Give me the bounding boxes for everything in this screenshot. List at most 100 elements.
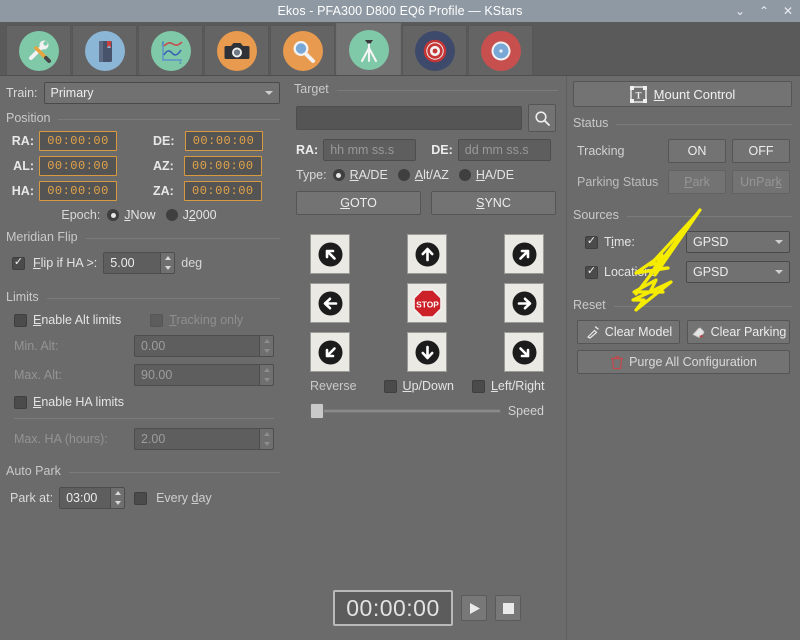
tab-capture[interactable] [204, 25, 269, 75]
mount-control-button[interactable]: T Mount Control [573, 81, 792, 107]
epoch-j2000-label: J2000 [182, 208, 217, 222]
flip-ha-spinbox[interactable]: 5.00 [103, 252, 176, 274]
target-de-label: DE: [431, 143, 453, 157]
minimize-icon[interactable]: ⌄ [734, 5, 746, 17]
goto-button[interactable]: GOTO [296, 191, 421, 215]
book-icon [84, 30, 125, 71]
sync-button[interactable]: SYNC [431, 191, 556, 215]
unpark-button[interactable]: UnPark [732, 170, 790, 194]
epoch-jnow-radio[interactable] [107, 209, 120, 221]
tab-mount[interactable] [336, 23, 401, 75]
train-value: Primary [50, 86, 94, 100]
trash-icon [610, 355, 624, 369]
broom-icon [586, 325, 599, 339]
target-group: Target RA: hh mm ss.s DE: dd mm ss.s Typ… [288, 82, 566, 215]
bullseye-icon [414, 30, 455, 71]
stop-sign-icon: STOP [412, 288, 442, 318]
speed-handle[interactable] [310, 403, 324, 419]
enable-alt-limits-label: Enable Alt limits [33, 313, 122, 327]
speed-slider[interactable] [310, 402, 501, 420]
maximize-icon[interactable]: ⌃ [758, 5, 770, 17]
clear-model-button[interactable]: Clear Model [577, 320, 680, 344]
move-north-west-button[interactable] [310, 234, 350, 274]
speed-row: Speed [310, 402, 544, 420]
reverse-left-right-checkbox[interactable] [471, 379, 485, 393]
type-hade-radio[interactable] [458, 169, 471, 181]
speed-track [310, 409, 501, 413]
svg-text:T: T [635, 90, 641, 100]
sync-label: SYNC [476, 196, 511, 210]
location-source-select[interactable]: GPSD [686, 261, 790, 283]
de-value: 00:00:00 [184, 131, 263, 151]
clear-parking-button[interactable]: Clear Parking [687, 320, 790, 344]
move-south-east-button[interactable] [504, 332, 544, 372]
reset-buttons-row: Clear Model Clear Parking [577, 320, 790, 344]
enable-ha-limits-checkbox[interactable] [14, 395, 27, 409]
time-source-checkbox[interactable] [585, 235, 598, 249]
parking-row: Parking Status Park UnPark [577, 170, 790, 194]
meridian-group-label: Meridian Flip [6, 230, 78, 244]
park-at-stepper[interactable] [110, 487, 126, 509]
stop-clock-button[interactable] [495, 595, 521, 621]
location-source-checkbox[interactable] [585, 265, 598, 279]
target-ra-input[interactable]: hh mm ss.s [323, 139, 417, 161]
type-radec-radio[interactable] [332, 169, 345, 181]
reverse-up-down-checkbox[interactable] [383, 379, 397, 393]
position-row: RA: 00:00:00 DE: 00:00:00 [8, 131, 280, 151]
target-search-button[interactable] [528, 104, 556, 132]
type-hade-label: HA/DE [475, 168, 515, 182]
tab-focus[interactable] [270, 25, 335, 75]
purge-all-configuration-button[interactable]: Purge All Configuration [577, 350, 790, 374]
max-ha-stepper[interactable] [259, 428, 274, 450]
max-alt-stepper[interactable] [259, 364, 274, 386]
close-icon[interactable]: ✕ [782, 5, 794, 17]
za-label: ZA: [153, 184, 174, 198]
park-at-spinbox[interactable]: 03:00 [59, 487, 126, 509]
tab-guide[interactable] [468, 25, 533, 75]
dpad-row-mid: STOP [310, 283, 544, 323]
target-group-label: Target [294, 82, 329, 96]
tab-align[interactable] [402, 25, 467, 75]
move-west-button[interactable] [310, 283, 350, 323]
flip-ha-stepper[interactable] [160, 252, 176, 274]
compass-icon [480, 30, 521, 71]
move-south-button[interactable] [407, 332, 447, 372]
every-day-checkbox[interactable] [134, 491, 148, 505]
type-altaz-radio[interactable] [397, 169, 410, 181]
stop-button[interactable]: STOP [407, 283, 447, 323]
chevron-down-icon [775, 240, 783, 244]
direction-pad: STOP Reverse Up/Down Left/Right Speed [288, 234, 566, 420]
move-east-button[interactable] [504, 283, 544, 323]
max-alt-spinbox[interactable]: 90.00 [134, 364, 274, 386]
play-button[interactable] [461, 595, 487, 621]
ha-label: HA: [11, 184, 34, 198]
park-button[interactable]: Park [668, 170, 726, 194]
enable-ha-row: Enable HA limits [14, 395, 274, 409]
target-ra-label: RA: [296, 143, 319, 157]
move-north-button[interactable] [407, 234, 447, 274]
move-north-east-button[interactable] [504, 234, 544, 274]
train-select[interactable]: Primary [43, 82, 280, 104]
enable-alt-limits-checkbox[interactable] [14, 313, 27, 327]
middle-column: Target RA: hh mm ss.s DE: dd mm ss.s Typ… [288, 76, 566, 640]
tab-logs[interactable] [72, 25, 137, 75]
min-alt-spinbox[interactable]: 0.00 [134, 335, 274, 357]
tab-setup[interactable] [6, 25, 71, 75]
target-name-input[interactable] [296, 106, 522, 130]
min-alt-stepper[interactable] [259, 335, 274, 357]
tab-analyze[interactable]: y x [138, 25, 203, 75]
target-de-input[interactable]: dd mm ss.s [457, 139, 551, 161]
auto-park-group: Auto Park Park at: 03:00 Every day [0, 464, 288, 509]
max-ha-spinbox[interactable]: 2.00 [134, 428, 274, 450]
tracking-off-button[interactable]: OFF [732, 139, 790, 163]
position-group-header: Position [0, 111, 288, 125]
move-south-west-button[interactable] [310, 332, 350, 372]
tracking-only-checkbox[interactable] [150, 313, 164, 327]
parking-status-label: Parking Status [577, 175, 659, 189]
time-source-select[interactable]: GPSD [686, 231, 790, 253]
tracking-on-button[interactable]: ON [668, 139, 726, 163]
reset-group-header: Reset [567, 298, 800, 312]
status-group-label: Status [573, 116, 609, 130]
flip-if-ha-checkbox[interactable] [12, 256, 25, 270]
epoch-j2000-radio[interactable] [165, 209, 178, 221]
